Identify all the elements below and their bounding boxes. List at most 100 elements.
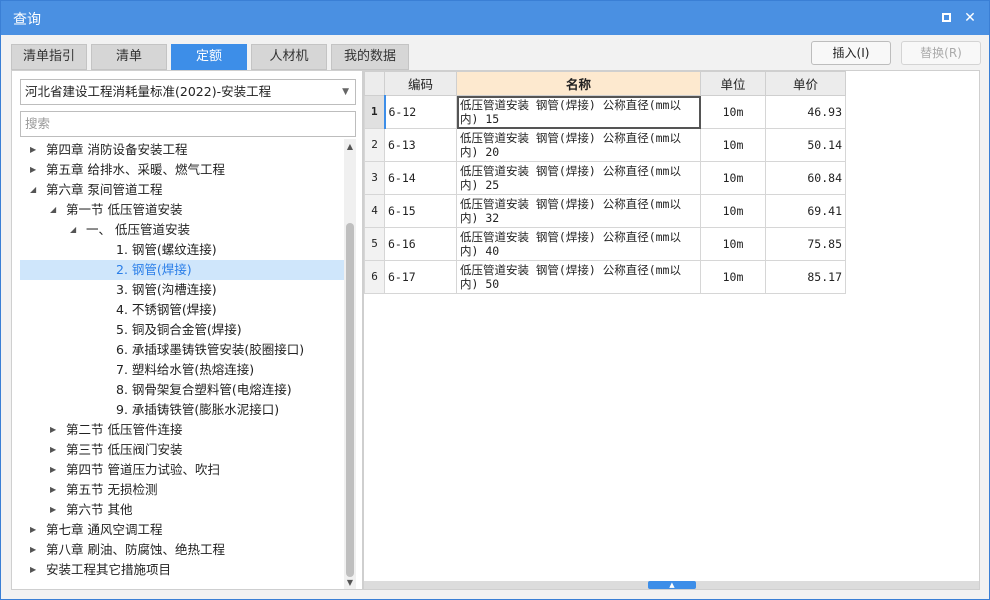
table-row[interactable]: 3 6-14 低压管道安装 钢管(焊接) 公称直径(mm以内) 25 10m 60.84 [364, 161, 846, 195]
name-cell[interactable]: 低压管道安装 钢管(焊接) 公称直径(mm以内) 32 [456, 194, 701, 228]
tree-item[interactable]: ▶ 第四节 管道压力试验、吹扫 [20, 460, 344, 480]
code-cell[interactable]: 6-17 [384, 260, 457, 294]
row-number-cell[interactable]: 5 [364, 227, 385, 261]
name-header[interactable]: 名称 [456, 71, 701, 96]
tree-item-label: 第六章 泵间管道工程 [46, 182, 163, 197]
table-row[interactable]: 6 6-17 低压管道安装 钢管(焊接) 公称直径(mm以内) 50 10m 85.17 [364, 260, 846, 294]
expand-right-icon[interactable]: ▶ [50, 460, 60, 480]
row-number-cell[interactable]: 6 [364, 260, 385, 294]
price-cell[interactable]: 75.85 [765, 227, 846, 261]
row-number-cell[interactable]: 2 [364, 128, 385, 162]
tree-scrollbar[interactable]: ▲ ▼ [344, 139, 356, 589]
insert-button[interactable]: 插入(I) [811, 41, 891, 65]
unit-cell[interactable]: 10m [700, 128, 766, 162]
name-cell[interactable]: 低压管道安装 钢管(焊接) 公称直径(mm以内) 40 [456, 227, 701, 261]
horizontal-scrollbar[interactable]: ▲ [364, 581, 979, 589]
unit-cell[interactable]: 10m [700, 227, 766, 261]
scroll-down-icon[interactable]: ▼ [344, 577, 356, 589]
expand-right-icon[interactable]: ▶ [30, 160, 40, 180]
unit-cell[interactable]: 10m [700, 194, 766, 228]
tree-item[interactable]: 6. 承插球墨铸铁管安装(胶圈接口) [20, 340, 344, 360]
expand-right-icon[interactable]: ▶ [50, 500, 60, 520]
tab-quota[interactable]: 定额 [171, 44, 247, 70]
expand-down-icon[interactable]: ◢ [70, 220, 80, 240]
code-cell[interactable]: 6-16 [384, 227, 457, 261]
expand-right-icon[interactable]: ▶ [50, 440, 60, 460]
tree-item[interactable]: 4. 不锈钢管(焊接) [20, 300, 344, 320]
tree-item[interactable]: ▶ 安装工程其它措施项目 [20, 560, 344, 580]
unit-cell[interactable]: 10m [700, 260, 766, 294]
name-cell[interactable]: 低压管道安装 钢管(焊接) 公称直径(mm以内) 15 [456, 95, 701, 129]
tree-item[interactable]: 1. 钢管(螺纹连接) [20, 240, 344, 260]
tree-item[interactable]: ◢ 第六章 泵间管道工程 [20, 180, 344, 200]
expand-down-icon[interactable]: ◢ [30, 180, 40, 200]
tree-item-label: 第三节 低压阀门安装 [66, 442, 183, 457]
tree-item[interactable]: 8. 钢骨架复合塑料管(电熔连接) [20, 380, 344, 400]
table-row[interactable]: 2 6-13 低压管道安装 钢管(焊接) 公称直径(mm以内) 20 10m 50.14 [364, 128, 846, 162]
expand-right-icon[interactable]: ▶ [30, 540, 40, 560]
tree-item-label: 5. 铜及铜合金管(焊接) [116, 322, 242, 337]
query-window: 查询 ✕ 清单指引 清单 定额 人材机 我的数据 插入(I) 替换(R) 河北省… [0, 0, 990, 600]
tree-item[interactable]: ▶ 第七章 通风空调工程 [20, 520, 344, 540]
tree-item[interactable]: 5. 铜及铜合金管(焊接) [20, 320, 344, 340]
expand-right-icon[interactable]: ▶ [50, 480, 60, 500]
code-cell[interactable]: 6-15 [384, 194, 457, 228]
price-cell[interactable]: 85.17 [765, 260, 846, 294]
tree-item[interactable]: 3. 钢管(沟槽连接) [20, 280, 344, 300]
price-cell[interactable]: 50.14 [765, 128, 846, 162]
price-cell[interactable]: 69.41 [765, 194, 846, 228]
tree-item[interactable]: 2. 钢管(焊接) [20, 260, 344, 280]
search-input[interactable]: 搜索 [20, 111, 356, 137]
chapter-tree: ▶ 第四章 消防设备安装工程 ▶ 第五章 给排水、采暖、燃气工程 ◢ 第六章 泵间管道工程… [20, 139, 344, 589]
tree-item[interactable]: ▶ 第八章 刷油、防腐蚀、绝热工程 [20, 540, 344, 560]
expand-right-icon[interactable]: ▶ [30, 520, 40, 540]
row-number-cell[interactable]: 4 [364, 194, 385, 228]
table-row[interactable]: 4 6-15 低压管道安装 钢管(焊接) 公称直径(mm以内) 32 10m 69.41 [364, 194, 846, 228]
price-header[interactable]: 单价 [765, 71, 846, 96]
collapse-handle-icon[interactable]: ▲ [648, 581, 696, 589]
replace-button[interactable]: 替换(R) [901, 41, 981, 65]
expand-right-icon[interactable]: ▶ [30, 140, 40, 160]
tree-item[interactable]: ▶ 第六节 其他 [20, 500, 344, 520]
expand-right-icon[interactable]: ▶ [30, 560, 40, 580]
tree-item[interactable]: ◢ 第一节 低压管道安装 [20, 200, 344, 220]
unit-header[interactable]: 单位 [700, 71, 766, 96]
row-number-cell[interactable]: 1 [364, 95, 385, 129]
price-cell[interactable]: 46.93 [765, 95, 846, 129]
title-bar[interactable]: 查询 ✕ [1, 1, 989, 35]
price-cell[interactable]: 60.84 [765, 161, 846, 195]
row-number-cell[interactable]: 3 [364, 161, 385, 195]
tree-item[interactable]: 7. 塑料给水管(热熔连接) [20, 360, 344, 380]
unit-cell[interactable]: 10m [700, 95, 766, 129]
tab-labor-material-machine[interactable]: 人材机 [251, 44, 327, 70]
tree-item[interactable]: ▶ 第五节 无损检测 [20, 480, 344, 500]
tab-bill-guide[interactable]: 清单指引 [11, 44, 87, 70]
tab-bill[interactable]: 清单 [91, 44, 167, 70]
code-cell[interactable]: 6-12 [383, 95, 457, 129]
scrollbar-thumb[interactable] [346, 223, 354, 577]
standard-select[interactable]: 河北省建设工程消耗量标准(2022)-安装工程 ▼ [20, 79, 356, 105]
tree-item[interactable]: ◢ 一、 低压管道安装 [20, 220, 344, 240]
code-header[interactable]: 编码 [384, 71, 457, 96]
name-cell[interactable]: 低压管道安装 钢管(焊接) 公称直径(mm以内) 25 [456, 161, 701, 195]
code-cell[interactable]: 6-14 [384, 161, 457, 195]
tree-item[interactable]: ▶ 第三节 低压阀门安装 [20, 440, 344, 460]
tree-item-label: 第五节 无损检测 [66, 482, 158, 497]
table-row[interactable]: 1 6-12 低压管道安装 钢管(焊接) 公称直径(mm以内) 15 10m 46.93 [364, 95, 846, 129]
unit-cell[interactable]: 10m [700, 161, 766, 195]
name-cell[interactable]: 低压管道安装 钢管(焊接) 公称直径(mm以内) 20 [456, 128, 701, 162]
table-row[interactable]: 5 6-16 低压管道安装 钢管(焊接) 公称直径(mm以内) 40 10m 75.85 [364, 227, 846, 261]
expand-right-icon[interactable]: ▶ [50, 420, 60, 440]
tree-item[interactable]: ▶ 第二节 低压管件连接 [20, 420, 344, 440]
expand-down-icon[interactable]: ◢ [50, 200, 60, 220]
scroll-up-icon[interactable]: ▲ [344, 141, 356, 153]
tab-my-data[interactable]: 我的数据 [331, 44, 409, 70]
maximize-icon[interactable] [937, 9, 955, 27]
tree-item-label: 7. 塑料给水管(热熔连接) [116, 362, 255, 377]
tree-item[interactable]: ▶ 第四章 消防设备安装工程 [20, 140, 344, 160]
code-cell[interactable]: 6-13 [384, 128, 457, 162]
name-cell[interactable]: 低压管道安装 钢管(焊接) 公称直径(mm以内) 50 [456, 260, 701, 294]
tree-item[interactable]: 9. 承插铸铁管(膨胀水泥接口) [20, 400, 344, 420]
close-icon[interactable]: ✕ [961, 9, 979, 27]
tree-item[interactable]: ▶ 第五章 给排水、采暖、燃气工程 [20, 160, 344, 180]
